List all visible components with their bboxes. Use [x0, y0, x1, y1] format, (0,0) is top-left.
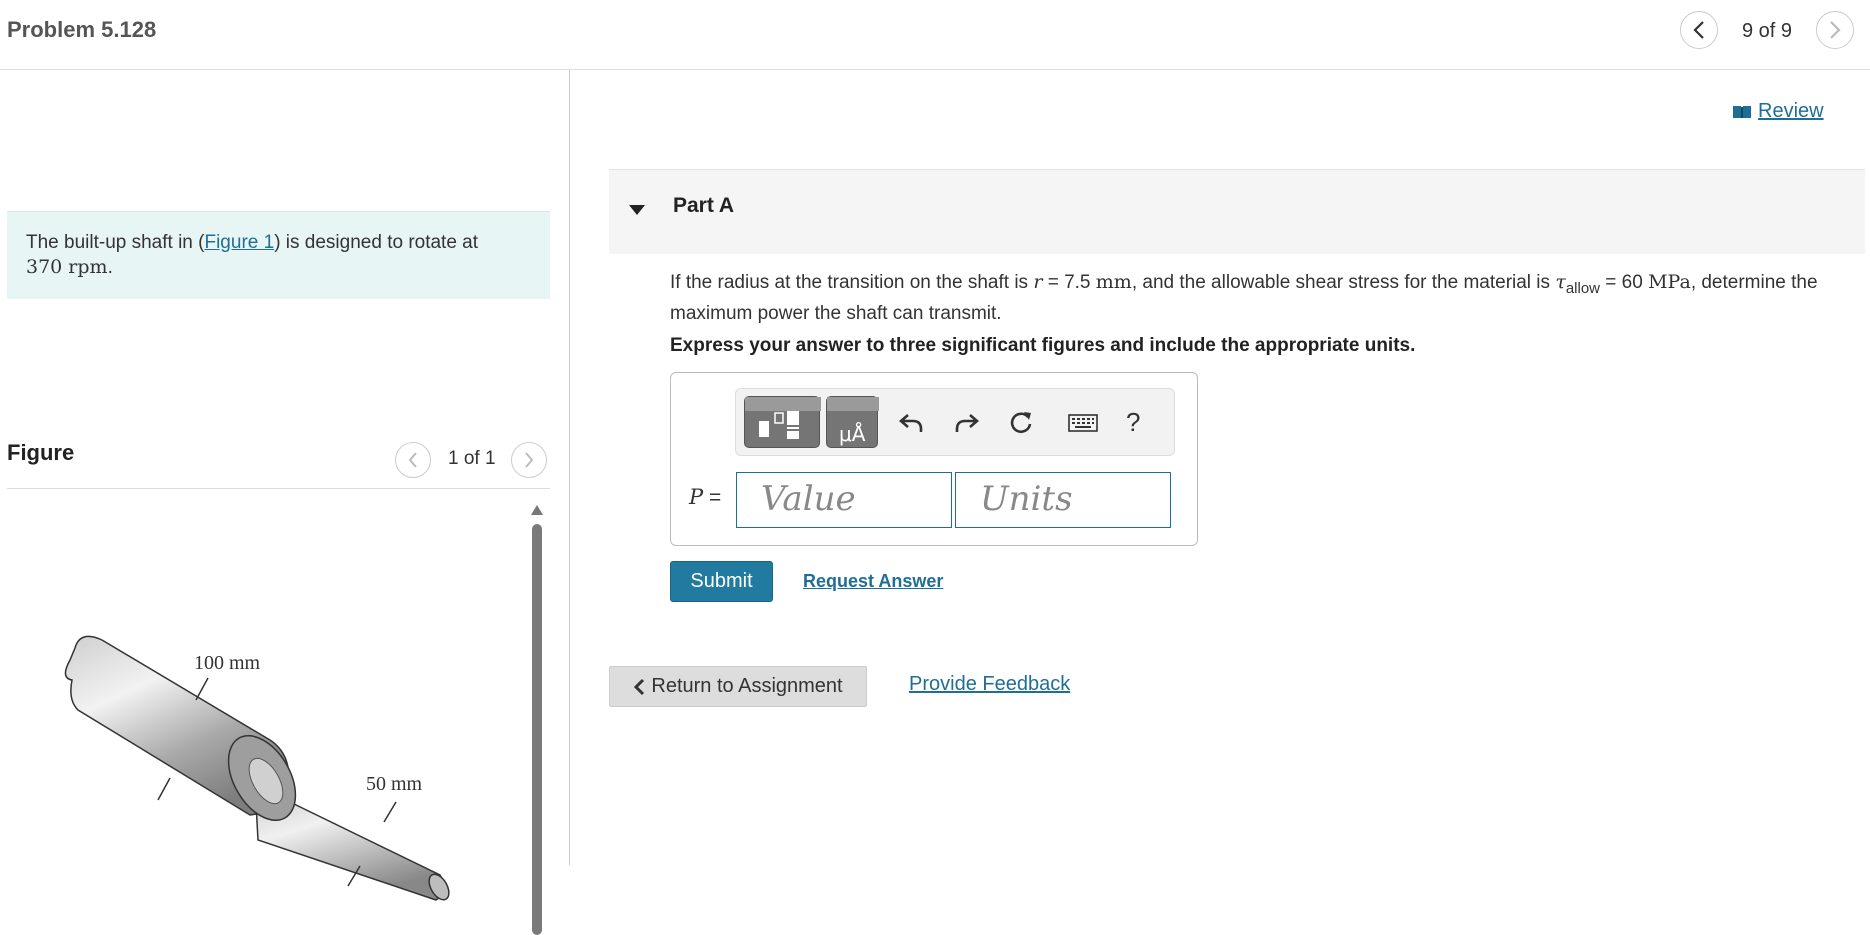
large-dia-leader-lower: [157, 777, 171, 801]
redo-button[interactable]: [952, 409, 982, 437]
return-label: Return to Assignment: [651, 675, 843, 697]
next-problem-button[interactable]: [1816, 11, 1854, 49]
small-dia-leader: [383, 801, 397, 823]
previous-figure-button[interactable]: [395, 442, 431, 478]
redo-icon: [955, 414, 979, 432]
help-button[interactable]: ?: [1126, 407, 1140, 438]
intro-period: .: [107, 257, 113, 278]
review-link[interactable]: Review: [1732, 100, 1824, 123]
problem-intro: The built-up shaft in (Figure 1) is desi…: [7, 211, 550, 299]
tau-subscript: allow: [1565, 279, 1601, 297]
radius-unit: mm: [1095, 271, 1132, 293]
units-glyph: μÅ: [839, 422, 866, 446]
answer-variable: P: [689, 485, 704, 509]
tau-symbol: τ: [1555, 271, 1566, 293]
templates-button[interactable]: [744, 396, 821, 448]
reset-button[interactable]: [1006, 409, 1036, 437]
scroll-up-icon: [531, 505, 543, 515]
question-part-1: If the radius at the transition on the s…: [670, 272, 1034, 293]
keyboard-button[interactable]: [1066, 409, 1100, 437]
intro-text-suffix: ) is designed to rotate at: [274, 232, 479, 253]
radius-value: = 7.5: [1042, 272, 1096, 293]
intro-text-prefix: The built-up shaft in (: [26, 232, 205, 253]
figure-link[interactable]: Figure 1: [204, 232, 274, 253]
undo-icon: [899, 414, 923, 432]
large-diameter-label: 100 mm: [194, 652, 261, 674]
chevron-right-icon: [1830, 21, 1841, 39]
book-icon: [1733, 105, 1751, 118]
figure-header: Figure: [7, 440, 75, 465]
review-label: Review: [1758, 100, 1824, 122]
units-icon: μÅ: [827, 397, 879, 446]
math-toolbar: μÅ ?: [735, 388, 1175, 456]
keyboard-icon: [1068, 414, 1098, 432]
caret-down-icon: [629, 205, 645, 215]
answer-variable-label: P =: [689, 485, 721, 510]
left-pane: The built-up shaft in (Figure 1) is desi…: [0, 70, 570, 935]
part-title: Part A: [673, 194, 735, 217]
figure-count: 1 of 1: [448, 448, 496, 469]
top-bar: Problem 5.128 9 of 9: [0, 0, 1870, 70]
rotation-speed: 370 rpm: [26, 256, 108, 278]
problem-title: Problem 5.128: [7, 17, 157, 42]
large-dia-leader: [195, 677, 209, 701]
value-input[interactable]: Value: [736, 472, 952, 528]
stress-value: = 60: [1600, 272, 1649, 293]
submit-button[interactable]: Submit: [670, 561, 773, 602]
chevron-left-icon: [1693, 21, 1704, 39]
stress-unit: MPa: [1648, 271, 1691, 293]
figure-divider: [7, 488, 550, 489]
chevron-left-icon: [408, 452, 417, 468]
provide-feedback-link[interactable]: Provide Feedback: [909, 673, 1070, 696]
answer-box: μÅ ? P = Value Units: [670, 372, 1198, 546]
return-to-assignment-button[interactable]: Return to Assignment: [609, 666, 867, 707]
small-diameter-label: 50 mm: [366, 773, 423, 795]
question-part-2: , and the allowable shear stress for the…: [1131, 272, 1556, 293]
chevron-left-icon: [634, 678, 645, 695]
equals-sign: =: [708, 486, 722, 509]
templates-icon: [745, 397, 821, 439]
scrollbar-thumb[interactable]: [532, 524, 542, 935]
figure-scrollbar[interactable]: [531, 500, 543, 935]
units-input[interactable]: Units: [955, 472, 1171, 528]
shaft-figure: 100 mm 50 mm: [64, 635, 450, 901]
answer-instruction: Express your answer to three significant…: [670, 335, 1416, 356]
question-text: If the radius at the transition on the s…: [670, 270, 1865, 326]
part-a-header[interactable]: Part A: [609, 169, 1865, 254]
chevron-right-icon: [525, 452, 534, 468]
reset-icon: [1010, 412, 1032, 434]
undo-button[interactable]: [896, 409, 926, 437]
problem-page-count: 9 of 9: [1742, 20, 1793, 42]
units-button[interactable]: μÅ: [826, 396, 879, 448]
previous-problem-button[interactable]: [1680, 11, 1718, 49]
request-answer-link[interactable]: Request Answer: [803, 571, 943, 592]
next-figure-button[interactable]: [511, 442, 547, 478]
